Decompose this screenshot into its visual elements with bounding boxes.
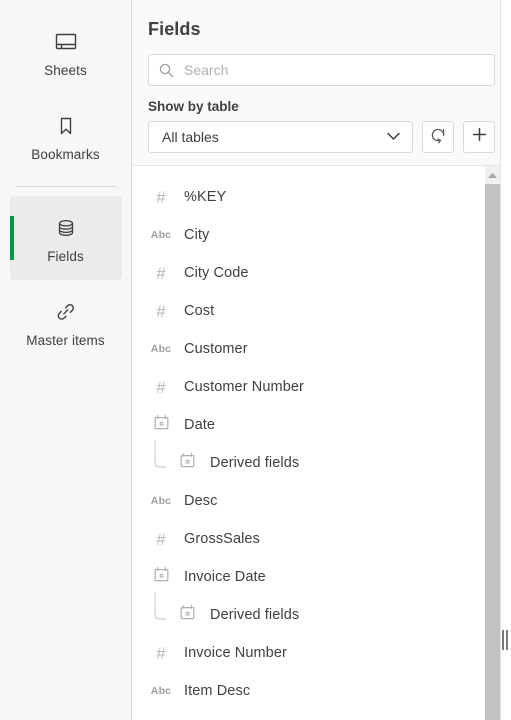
abc-icon: Abc bbox=[150, 343, 172, 355]
field-name: Desc bbox=[184, 493, 218, 509]
field-name: Invoice Number bbox=[184, 645, 287, 661]
show-by-table-label: Show by table bbox=[148, 99, 239, 114]
link-icon bbox=[53, 297, 79, 327]
search-input[interactable] bbox=[184, 62, 485, 78]
sidebar-item-fields[interactable]: Fields bbox=[9, 196, 122, 280]
field-type-icon: # bbox=[148, 531, 174, 548]
abc-icon: Abc bbox=[150, 685, 172, 697]
field-name: Customer bbox=[184, 341, 248, 357]
field-name: Invoice Date bbox=[184, 569, 266, 585]
sidebar-item-sheets[interactable]: Sheets bbox=[10, 10, 122, 94]
field-name: Date bbox=[184, 417, 216, 433]
refresh-icon bbox=[429, 126, 447, 149]
field-type-icon bbox=[148, 566, 174, 588]
caret-up-icon bbox=[487, 166, 498, 184]
abc-icon: Abc bbox=[150, 495, 172, 507]
field-type-icon: # bbox=[148, 645, 174, 662]
field-name: %KEY bbox=[184, 189, 227, 205]
left-rail: Sheets Bookmarks Fields Master items bbox=[0, 0, 132, 720]
field-name: GrossSales bbox=[184, 531, 260, 547]
sidebar-item-label: Bookmarks bbox=[31, 146, 100, 162]
sidebar-item-bookmarks[interactable]: Bookmarks bbox=[10, 94, 122, 178]
tree-connector-icon bbox=[148, 592, 174, 634]
field-type-icon: # bbox=[148, 189, 174, 206]
field-type-icon: # bbox=[148, 265, 174, 282]
hash-icon: # bbox=[156, 643, 166, 663]
panel-header: Fields Show by table All tables bbox=[132, 0, 511, 165]
field-type-icon: Abc bbox=[148, 343, 174, 355]
field-list-item[interactable]: # GrossSales bbox=[132, 520, 497, 558]
plus-icon bbox=[471, 126, 488, 148]
chevron-down-icon bbox=[386, 128, 401, 146]
field-list-item[interactable]: Abc Item Desc bbox=[132, 672, 497, 710]
sheets-icon bbox=[52, 27, 80, 57]
field-type-icon bbox=[174, 452, 200, 474]
refresh-button[interactable] bbox=[422, 121, 454, 153]
field-type-icon: Abc bbox=[148, 685, 174, 697]
hash-icon: # bbox=[156, 187, 166, 207]
sidebar-item-label: Sheets bbox=[44, 62, 87, 78]
field-name: Customer Number bbox=[184, 379, 304, 395]
field-list-item-derived[interactable]: Derived fields bbox=[132, 592, 497, 634]
field-type-icon: # bbox=[148, 303, 174, 320]
field-list-item[interactable]: Abc Customer bbox=[132, 330, 497, 368]
active-accent-bar bbox=[9, 216, 14, 260]
field-name: Cost bbox=[184, 303, 215, 319]
field-type-icon: # bbox=[148, 379, 174, 396]
calendar-icon bbox=[179, 452, 196, 474]
field-list-scrollbar[interactable] bbox=[485, 166, 500, 720]
resize-handle-icon[interactable] bbox=[501, 630, 508, 650]
field-name: Item Desc bbox=[184, 683, 251, 699]
controls-row: All tables bbox=[148, 121, 495, 153]
field-list-item[interactable]: Invoice Date bbox=[132, 558, 497, 596]
field-list-item[interactable]: Date bbox=[132, 406, 497, 444]
page-title: Fields bbox=[148, 19, 201, 39]
hash-icon: # bbox=[156, 529, 166, 549]
field-name: Derived fields bbox=[210, 607, 300, 623]
field-list-item[interactable]: # %KEY bbox=[132, 178, 497, 216]
calendar-icon bbox=[153, 414, 170, 436]
calendar-icon bbox=[153, 566, 170, 588]
table-filter-value: All tables bbox=[162, 129, 219, 145]
field-list[interactable]: # %KEY Abc City # City Code # Cost Abc Customer # C… bbox=[132, 166, 497, 720]
fields-panel-app: Sheets Bookmarks Fields Master items Fie… bbox=[0, 0, 511, 720]
sidebar-item-master-items[interactable]: Master items bbox=[10, 280, 122, 364]
scroll-up-button[interactable] bbox=[485, 166, 500, 183]
scrollbar-thumb[interactable] bbox=[485, 184, 500, 720]
table-filter-dropdown[interactable]: All tables bbox=[148, 121, 413, 153]
search-icon bbox=[158, 62, 175, 79]
panel-resize-edge[interactable] bbox=[500, 0, 511, 720]
database-icon bbox=[53, 213, 79, 243]
field-list-item-derived[interactable]: Derived fields bbox=[132, 440, 497, 482]
field-type-icon bbox=[174, 604, 200, 626]
field-list-item[interactable]: # Invoice Number bbox=[132, 634, 497, 672]
hash-icon: # bbox=[156, 377, 166, 397]
field-name: City Code bbox=[184, 265, 249, 281]
fields-panel: Fields Show by table All tables bbox=[132, 0, 511, 720]
sidebar-item-label: Fields bbox=[47, 248, 84, 264]
calendar-icon bbox=[179, 604, 196, 626]
field-list-container: # %KEY Abc City # City Code # Cost Abc Customer # C… bbox=[132, 165, 511, 720]
sidebar-item-label: Master items bbox=[26, 332, 105, 348]
field-list-item[interactable]: # City Code bbox=[132, 254, 497, 292]
add-field-button[interactable] bbox=[463, 121, 495, 153]
bookmark-icon bbox=[53, 111, 79, 141]
abc-icon: Abc bbox=[150, 229, 172, 241]
field-list-item[interactable]: Abc Desc bbox=[132, 482, 497, 520]
rail-divider bbox=[15, 186, 116, 187]
tree-connector-icon bbox=[148, 440, 174, 482]
field-type-icon: Abc bbox=[148, 495, 174, 507]
field-type-icon bbox=[148, 414, 174, 436]
field-name: City bbox=[184, 227, 210, 243]
search-field[interactable] bbox=[148, 54, 495, 86]
field-type-icon: Abc bbox=[148, 229, 174, 241]
field-list-item[interactable]: # Customer Number bbox=[132, 368, 497, 406]
hash-icon: # bbox=[156, 263, 166, 283]
field-list-item[interactable]: Abc City bbox=[132, 216, 497, 254]
field-list-item[interactable]: # Cost bbox=[132, 292, 497, 330]
hash-icon: # bbox=[156, 301, 166, 321]
field-name: Derived fields bbox=[210, 455, 300, 471]
